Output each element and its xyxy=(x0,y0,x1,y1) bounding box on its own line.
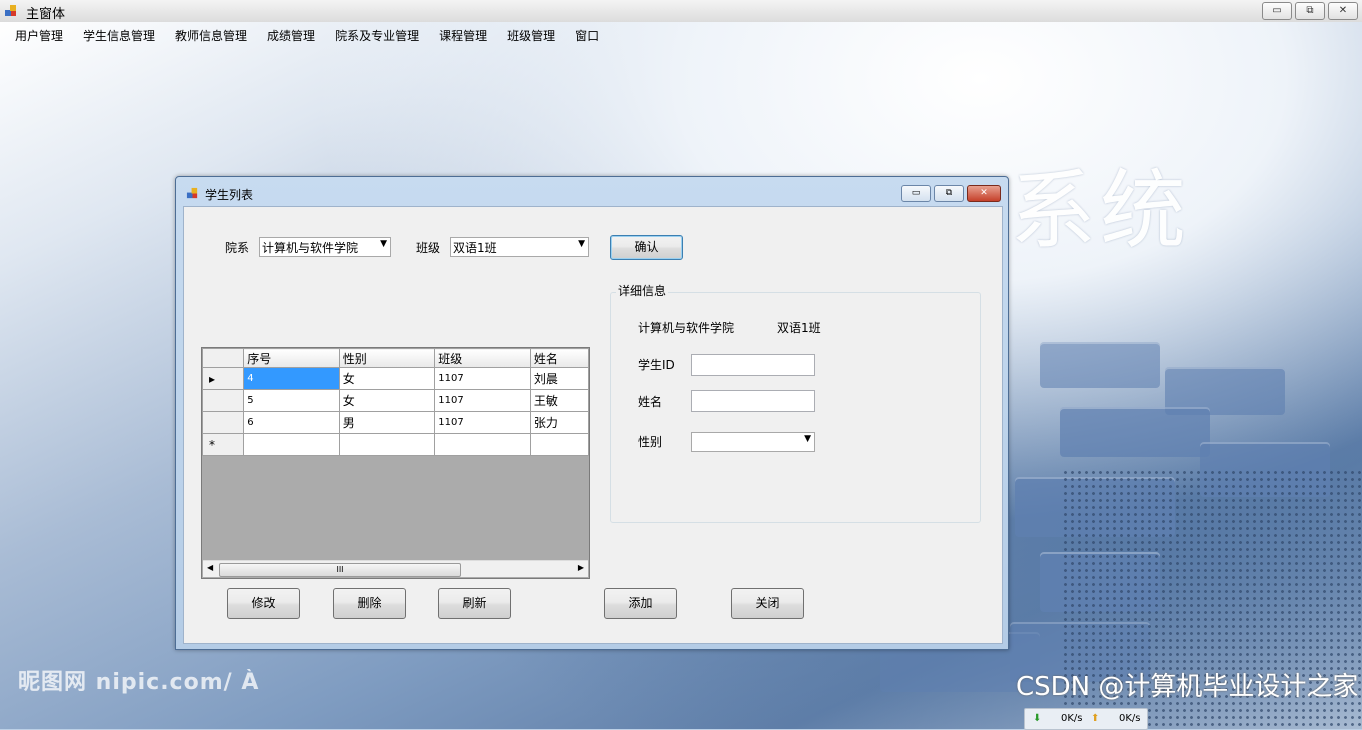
window-client-area: 院系 计算机与软件学院 ▼ 班级 双语1班 ▼ 确认 详细信息 计算机与软件学院… xyxy=(183,206,1003,644)
window-title: 学生列表 xyxy=(205,188,254,202)
table-row[interactable]: 6 男 1107 张力 xyxy=(202,411,589,434)
menu-classes[interactable]: 班级管理 xyxy=(497,24,565,46)
menu-courses[interactable]: 课程管理 xyxy=(429,24,497,46)
column-header-no[interactable]: 序号 xyxy=(243,348,340,368)
window-icon xyxy=(186,187,198,199)
column-header-class[interactable]: 班级 xyxy=(434,348,531,368)
chevron-down-icon: ▼ xyxy=(804,434,811,444)
class-select-value: 双语1班 xyxy=(453,241,497,255)
cell-no[interactable]: 5 xyxy=(243,389,340,412)
net-down: 0K/s xyxy=(1061,713,1083,724)
table-row[interactable]: 5 女 1107 王敏 xyxy=(202,389,589,412)
dept-select-value: 计算机与软件学院 xyxy=(262,241,359,255)
menu-bar: 用户管理 学生信息管理 教师信息管理 成绩管理 院系及专业管理 课程管理 班级管… xyxy=(0,24,609,46)
chevron-down-icon: ▼ xyxy=(380,239,387,249)
watermark: 昵图网 nipic.com/ À xyxy=(18,670,260,695)
student-id-label: 学生ID xyxy=(638,358,675,372)
cell-class[interactable]: 1107 xyxy=(434,389,531,412)
menu-grades[interactable]: 成绩管理 xyxy=(257,24,325,46)
details-class: 双语1班 xyxy=(777,321,821,335)
minimize-button[interactable]: ▭ xyxy=(1262,2,1292,20)
table-row[interactable]: ▸ 4 女 1107 刘晨 xyxy=(202,367,589,390)
class-select[interactable]: 双语1班 ▼ xyxy=(450,237,589,257)
menu-window[interactable]: 窗口 xyxy=(565,24,609,46)
menu-user-management[interactable]: 用户管理 xyxy=(0,24,73,46)
menu-departments[interactable]: 院系及专业管理 xyxy=(325,24,429,46)
name-label: 姓名 xyxy=(638,395,663,409)
details-dept: 计算机与软件学院 xyxy=(638,321,735,335)
app-icon xyxy=(5,5,16,16)
cell-gender[interactable]: 女 xyxy=(338,389,436,412)
delete-button[interactable]: 删除 xyxy=(333,588,406,619)
cell-gender[interactable]: 女 xyxy=(338,367,436,390)
menu-student-info[interactable]: 学生信息管理 xyxy=(73,24,165,46)
student-grid[interactable]: 序号 性别 班级 姓名 ▸ 4 女 1107 刘晨 5 女 1107 王敏 6 … xyxy=(201,347,590,579)
up-arrow-icon: ⬆ xyxy=(1091,713,1100,724)
cell-gender[interactable]: 男 xyxy=(338,411,436,434)
net-up: 0K/s xyxy=(1119,713,1141,724)
scroll-thumb[interactable]: III xyxy=(219,563,461,577)
grid-header-row: 序号 性别 班级 姓名 xyxy=(202,348,589,368)
add-button[interactable]: 添加 xyxy=(604,588,677,619)
chevron-down-icon: ▼ xyxy=(578,239,585,249)
horizontal-scrollbar[interactable]: ◀ III ▶ xyxy=(203,560,588,577)
cell-name[interactable]: 王敏 xyxy=(529,389,589,412)
scroll-left-icon[interactable]: ◀ xyxy=(207,563,213,572)
student-list-window: 学生列表 ▭ ⧉ ✕ 院系 计算机与软件学院 ▼ 班级 双语1班 ▼ 确认 详细… xyxy=(175,176,1009,650)
confirm-button[interactable]: 确认 xyxy=(610,235,683,260)
main-window-title: 主窗体 xyxy=(26,7,66,22)
close-window-button[interactable]: 关闭 xyxy=(731,588,804,619)
row-pointer-icon[interactable]: ▸ xyxy=(202,367,245,390)
grid-corner xyxy=(202,348,245,368)
close-button[interactable]: ✕ xyxy=(1328,2,1358,20)
down-arrow-icon: ⬇ xyxy=(1033,713,1042,724)
cell-no[interactable] xyxy=(243,433,340,456)
csdn-watermark: CSDN @计算机毕业设计之家 xyxy=(1016,672,1359,702)
cell-no[interactable]: 4 xyxy=(243,367,340,390)
row-header[interactable] xyxy=(202,411,245,434)
new-row-asterisk-icon[interactable]: * xyxy=(202,433,245,456)
cell-class[interactable] xyxy=(434,433,531,456)
child-close-button[interactable]: ✕ xyxy=(967,185,1001,202)
cell-class[interactable]: 1107 xyxy=(434,367,531,390)
name-input[interactable] xyxy=(691,390,815,412)
gender-label: 性别 xyxy=(638,435,663,449)
column-header-gender[interactable]: 性别 xyxy=(338,348,436,368)
scroll-right-icon[interactable]: ▶ xyxy=(578,563,584,572)
gender-select[interactable]: ▼ xyxy=(691,432,815,452)
cell-name[interactable]: 张力 xyxy=(529,411,589,434)
child-maximize-button[interactable]: ⧉ xyxy=(934,185,964,202)
dept-label: 院系 xyxy=(225,241,250,255)
cell-name[interactable]: 刘晨 xyxy=(529,367,589,390)
background-title: 系统 xyxy=(1010,161,1190,261)
student-id-input[interactable] xyxy=(691,354,815,376)
class-label: 班级 xyxy=(416,241,441,255)
cell-no[interactable]: 6 xyxy=(243,411,340,434)
menu-teacher-info[interactable]: 教师信息管理 xyxy=(165,24,257,46)
edit-button[interactable]: 修改 xyxy=(227,588,300,619)
column-header-name[interactable]: 姓名 xyxy=(529,348,589,368)
cell-gender[interactable] xyxy=(338,433,436,456)
cell-name[interactable] xyxy=(529,433,589,456)
new-row[interactable]: * xyxy=(202,433,589,456)
cell-class[interactable]: 1107 xyxy=(434,411,531,434)
details-group-title: 详细信息 xyxy=(616,282,669,299)
child-minimize-button[interactable]: ▭ xyxy=(901,185,931,202)
refresh-button[interactable]: 刷新 xyxy=(438,588,511,619)
dept-select[interactable]: 计算机与软件学院 ▼ xyxy=(259,237,391,257)
network-meter: ⬇ 0K/s ⬆ 0K/s xyxy=(1024,708,1148,730)
main-title-bar: 主窗体 ▭ ⧉ ✕ xyxy=(0,0,1362,23)
restore-button[interactable]: ⧉ xyxy=(1295,2,1325,20)
row-header[interactable] xyxy=(202,389,245,412)
